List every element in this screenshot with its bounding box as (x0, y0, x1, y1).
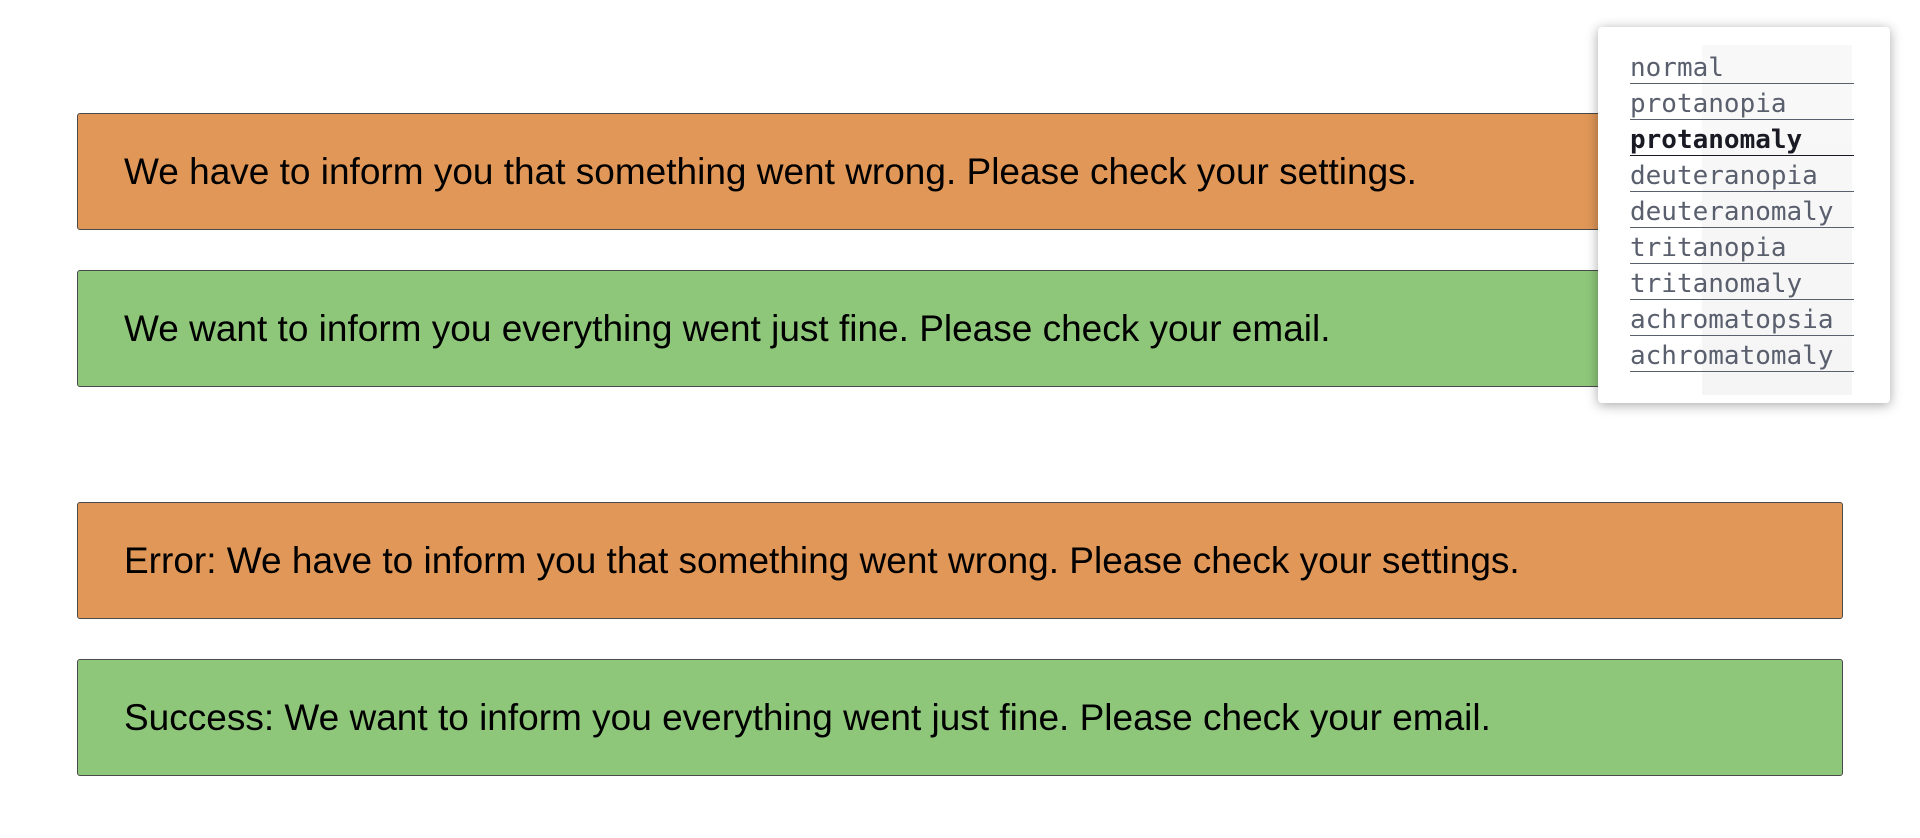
success-alert: We want to inform you everything went ju… (77, 270, 1843, 387)
error-alert-message: Error: We have to inform you that someth… (124, 539, 1520, 581)
color-vision-filter-list: normal protanopia protanomaly deuteranop… (1630, 53, 1890, 377)
filter-list-item: protanomaly (1630, 125, 1890, 161)
filter-option-achromatopsia[interactable]: achromatopsia (1630, 305, 1854, 336)
filter-list-item: achromatomaly (1630, 341, 1890, 377)
filter-option-deuteranopia[interactable]: deuteranopia (1630, 161, 1854, 192)
filter-list-item: tritanopia (1630, 233, 1890, 269)
filter-option-normal[interactable]: normal (1630, 53, 1854, 84)
filter-list-item: deuteranopia (1630, 161, 1890, 197)
filter-option-deuteranomaly[interactable]: deuteranomaly (1630, 197, 1854, 228)
filter-list-item: tritanomaly (1630, 269, 1890, 305)
filter-list-item: protanopia (1630, 89, 1890, 125)
error-alert-with-prefix: Error: We have to inform you that someth… (77, 502, 1843, 619)
success-alert-with-prefix: Success: We want to inform you everythin… (77, 659, 1843, 776)
error-alert: We have to inform you that something wen… (77, 113, 1843, 230)
error-alert-message: We have to inform you that something wen… (124, 150, 1417, 192)
filter-option-tritanomaly[interactable]: tritanomaly (1630, 269, 1854, 300)
filter-option-tritanopia[interactable]: tritanopia (1630, 233, 1854, 264)
color-vision-filter-panel: normal protanopia protanomaly deuteranop… (1598, 27, 1890, 403)
success-alert-message: We want to inform you everything went ju… (124, 307, 1331, 349)
filter-list-item: achromatopsia (1630, 305, 1890, 341)
filter-option-protanomaly[interactable]: protanomaly (1630, 125, 1854, 156)
filter-option-achromatomaly[interactable]: achromatomaly (1630, 341, 1854, 372)
filter-option-protanopia[interactable]: protanopia (1630, 89, 1854, 120)
filter-list-item: normal (1630, 53, 1890, 89)
success-alert-message: Success: We want to inform you everythin… (124, 696, 1491, 738)
filter-list-item: deuteranomaly (1630, 197, 1890, 233)
